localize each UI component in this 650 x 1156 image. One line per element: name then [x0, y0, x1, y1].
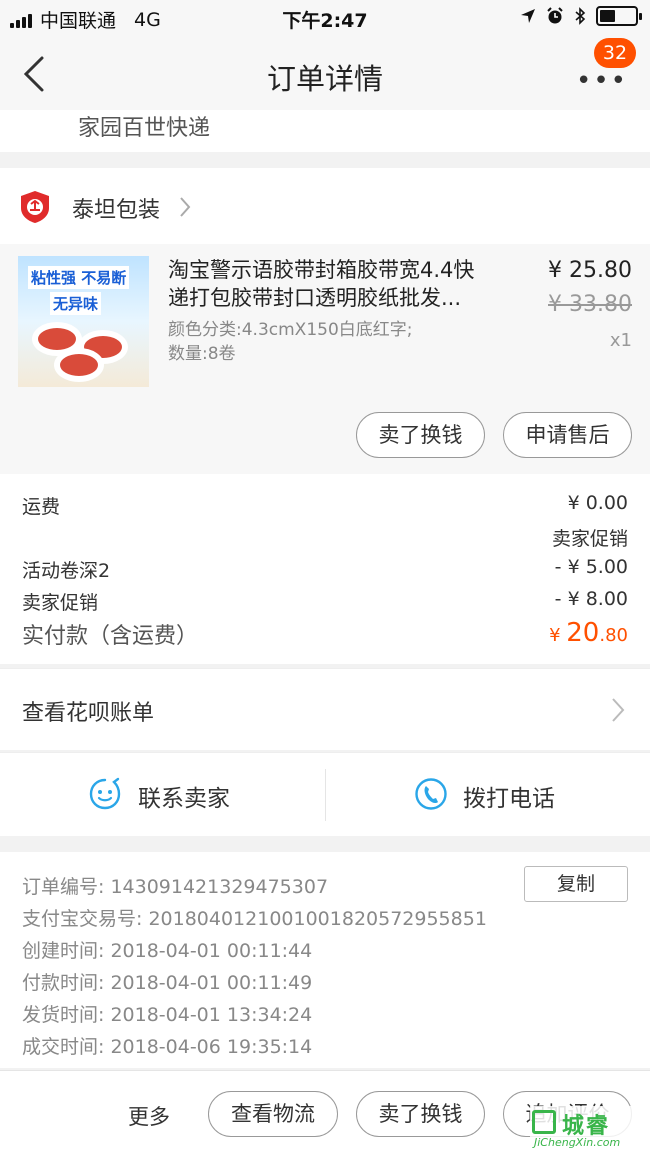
chevron-right-icon	[612, 698, 625, 722]
total-row: 实付款（含运费） ¥ 20.80	[22, 618, 628, 650]
coupon-label: 活动卷深2	[22, 560, 111, 582]
product-price: ¥ 25.80	[548, 258, 632, 283]
message-badge: 32	[594, 38, 636, 68]
shipping-value: ¥ 0.00	[567, 492, 628, 514]
more-button[interactable]: 更多	[128, 1101, 170, 1131]
product-spec-line2: 数量:8卷	[168, 344, 236, 364]
coupon-row: 活动卷深2 - ¥ 5.00	[22, 556, 628, 583]
product-spec-line1: 颜色分类:4.3cmX150白底红字;	[168, 320, 413, 340]
call-phone-button[interactable]: 拨打电话	[326, 753, 650, 837]
seller-promo-tag: 卖家促销	[551, 528, 628, 550]
bottom-sell-button[interactable]: 卖了换钱	[356, 1091, 485, 1137]
shop-name[interactable]: 泰坦包装	[72, 192, 160, 224]
total-value: ¥ 20.80	[549, 618, 628, 648]
huabei-label: 查看花呗账单	[22, 701, 155, 726]
fees-section: 运费 ¥ 0.00 卖家促销 活动卷深2 - ¥ 5.00 卖家促销 - ¥ 8…	[0, 474, 650, 664]
shop-badge-icon	[21, 191, 49, 223]
shipped-time: 发货时间: 2018-04-01 13:34:24	[22, 1004, 313, 1026]
site-watermark: 城睿 JiChengXin.com	[530, 1106, 648, 1152]
product-title-line2: 递打包胶带封口透明胶纸批发...	[168, 286, 462, 310]
contact-seller-button[interactable]: 联系卖家	[0, 753, 325, 837]
tape-roll-image	[54, 348, 104, 382]
view-logistics-button[interactable]: 查看物流	[208, 1091, 338, 1137]
status-right	[520, 6, 642, 26]
created-time: 创建时间: 2018-04-01 00:11:44	[22, 940, 313, 962]
logistics-text: 家园百世快递	[78, 116, 211, 141]
phone-icon	[415, 778, 447, 810]
status-bar: 中国联通 4G 下午2:47	[0, 0, 650, 36]
alarm-icon	[547, 7, 563, 24]
thumb-text-1: 粘性强 不易断	[28, 266, 130, 289]
promo-label: 卖家促销	[22, 592, 99, 614]
shop-header[interactable]: 泰坦包装	[0, 168, 650, 244]
product-title-line1: 淘宝警示语胶带封箱胶带宽4.4快	[168, 258, 475, 282]
logistics-card[interactable]: 家园百世快递	[0, 110, 650, 152]
total-label: 实付款（含运费）	[22, 624, 199, 649]
huabei-bill-row[interactable]: 查看花呗账单	[0, 668, 650, 750]
promo-value: - ¥ 8.00	[554, 588, 628, 610]
sell-button[interactable]: 卖了换钱	[356, 412, 485, 458]
battery-icon	[596, 6, 642, 26]
product-quantity: x1	[609, 330, 632, 351]
more-icon[interactable]: •••	[576, 66, 628, 96]
product-item[interactable]: 粘性强 不易断 无异味 淘宝警示语胶带封箱胶带宽4.4快 递打包胶带封口透明胶纸…	[0, 244, 650, 474]
total-dec: .80	[599, 625, 628, 646]
page-title: 订单详情	[266, 62, 383, 96]
shipping-row: 运费 ¥ 0.00	[22, 492, 628, 519]
total-int: 20	[566, 618, 600, 648]
coupon-value: - ¥ 5.00	[554, 556, 628, 578]
location-arrow-icon	[521, 9, 535, 23]
contact-seller-label: 联系卖家	[138, 786, 230, 812]
contact-section: 联系卖家 拨打电话	[0, 752, 650, 836]
promo-row: 卖家促销 - ¥ 8.00	[22, 588, 628, 615]
product-title[interactable]: 淘宝警示语胶带封箱胶带宽4.4快 递打包胶带封口透明胶纸批发...	[168, 256, 518, 312]
bluetooth-icon	[575, 7, 586, 25]
thumb-text-2: 无异味	[50, 292, 102, 315]
after-sale-button[interactable]: 申请售后	[503, 412, 632, 458]
nav-bar: 订单详情 ••• 32	[0, 36, 650, 110]
order-number: 订单编号: 143091421329475307	[22, 876, 329, 898]
total-currency: ¥	[549, 625, 567, 646]
product-original-price: ¥ 33.80	[548, 292, 632, 317]
copy-button[interactable]: 复制	[524, 866, 628, 902]
chat-face-icon	[89, 777, 121, 810]
chevron-right-icon	[180, 197, 191, 217]
call-phone-label: 拨打电话	[463, 786, 555, 812]
product-spec: 颜色分类:4.3cmX150白底红字; 数量:8卷	[168, 318, 413, 366]
watermark-subtext: JiChengXin.com	[534, 1136, 621, 1149]
alipay-number: 支付宝交易号: 2018040121001001820572955851	[22, 908, 487, 930]
product-thumbnail[interactable]: 粘性强 不易断 无异味	[18, 256, 149, 387]
paid-time: 付款时间: 2018-04-01 00:11:49	[22, 972, 313, 994]
order-info-section: 订单编号: 143091421329475307 复制 支付宝交易号: 2018…	[0, 852, 650, 1068]
watermark-logo-icon	[532, 1110, 556, 1134]
shipping-label: 运费	[22, 496, 61, 518]
completed-time: 成交时间: 2018-04-06 19:35:14	[22, 1036, 313, 1058]
